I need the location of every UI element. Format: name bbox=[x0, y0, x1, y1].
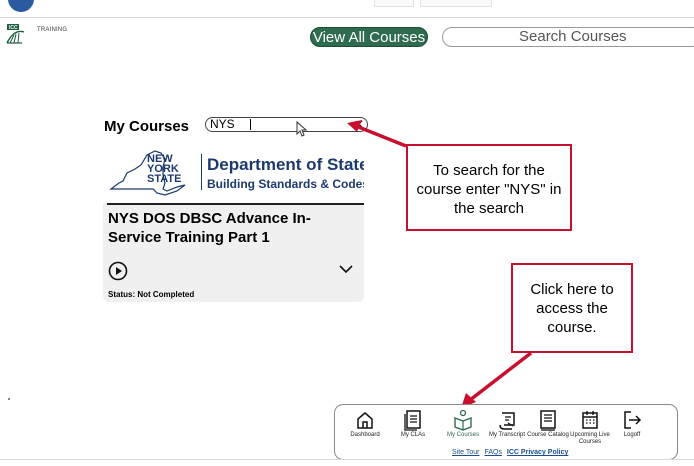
nav-label-dashboard: Dashboard bbox=[350, 432, 380, 438]
nav-item-my-clas[interactable]: My CLAs bbox=[390, 409, 436, 439]
banner-divider bbox=[201, 154, 202, 190]
privacy-policy-link[interactable]: ICC Privacy Policy bbox=[507, 449, 568, 456]
course-card[interactable]: NEW YORK STATE Department of State Build… bbox=[103, 141, 364, 302]
nav-item-upcoming-live-courses[interactable]: Upcoming Live Courses bbox=[567, 409, 613, 446]
ny-line-3: STATE bbox=[147, 173, 182, 185]
my-courses-heading: My Courses bbox=[104, 118, 190, 135]
play-icon[interactable] bbox=[108, 261, 128, 281]
logo-training-text: TRAINING bbox=[37, 27, 68, 33]
department-subtitle: Building Standards & Codes bbox=[207, 177, 364, 191]
access-hint-callout: Click here to access the course. bbox=[511, 263, 633, 353]
nav-item-course-catalog[interactable]: Course Catalog bbox=[525, 409, 571, 439]
header-divider bbox=[0, 17, 694, 18]
nav-item-dashboard[interactable]: Dashboard bbox=[342, 409, 388, 439]
nav-label-upcoming-live-courses: Upcoming Live Courses bbox=[570, 432, 610, 445]
course-status: Status: Not Completed bbox=[108, 290, 195, 299]
site-tour-link[interactable]: Site Tour bbox=[452, 449, 480, 456]
logout-icon bbox=[624, 411, 642, 429]
card-divider bbox=[107, 203, 364, 205]
top-tab-2[interactable] bbox=[420, 0, 492, 7]
access-arrow-line bbox=[468, 351, 533, 402]
ny-state-wordmark: NEW YORK STATE bbox=[147, 154, 182, 185]
clear-search-icon[interactable] bbox=[353, 118, 365, 130]
nav-label-course-catalog: Course Catalog bbox=[527, 432, 569, 438]
search-hint-callout: To search for the course enter "NYS" in … bbox=[406, 144, 572, 231]
catalog-icon bbox=[540, 410, 556, 431]
nav-label-my-transcript: My Transcript bbox=[488, 432, 525, 438]
icc-logo-icon[interactable]: ICC bbox=[6, 23, 34, 45]
footer-links: Site Tour FAQs ICC Privacy Policy bbox=[452, 449, 571, 456]
course-title[interactable]: NYS DOS DBSC Advance In-Service Training… bbox=[108, 209, 358, 247]
chevron-down-icon[interactable] bbox=[339, 264, 353, 274]
text-caret bbox=[250, 119, 251, 130]
nav-label-my-clas: My CLAs bbox=[400, 432, 426, 438]
book-icon bbox=[454, 409, 472, 431]
my-courses-search-input[interactable]: NYS bbox=[205, 117, 368, 132]
nav-label-my-courses: My Courses bbox=[446, 432, 479, 438]
top-logo-circle bbox=[8, 0, 34, 12]
bottom-divider bbox=[0, 459, 694, 460]
mouse-pointer-icon bbox=[296, 121, 308, 137]
left-marker bbox=[8, 398, 10, 400]
calendar-icon bbox=[582, 411, 598, 429]
faqs-link[interactable]: FAQs bbox=[484, 449, 502, 456]
scroll-icon bbox=[499, 412, 515, 430]
document-list-icon bbox=[404, 410, 421, 431]
svg-text:ICC: ICC bbox=[9, 25, 18, 31]
top-tab-1[interactable] bbox=[374, 0, 414, 7]
course-banner: NEW YORK STATE Department of State Build… bbox=[103, 141, 364, 203]
nav-label-logoff: Logoff bbox=[623, 432, 641, 438]
department-title: Department of State bbox=[207, 155, 364, 174]
search-courses-input[interactable]: Search Courses bbox=[442, 27, 694, 47]
view-all-courses-button[interactable]: View All Courses bbox=[310, 27, 428, 47]
nav-item-logoff[interactable]: Logoff bbox=[609, 409, 655, 439]
nav-item-my-courses[interactable]: My Courses bbox=[440, 409, 486, 439]
nav-item-my-transcript[interactable]: My Transcript bbox=[484, 409, 530, 439]
home-icon bbox=[357, 412, 373, 429]
